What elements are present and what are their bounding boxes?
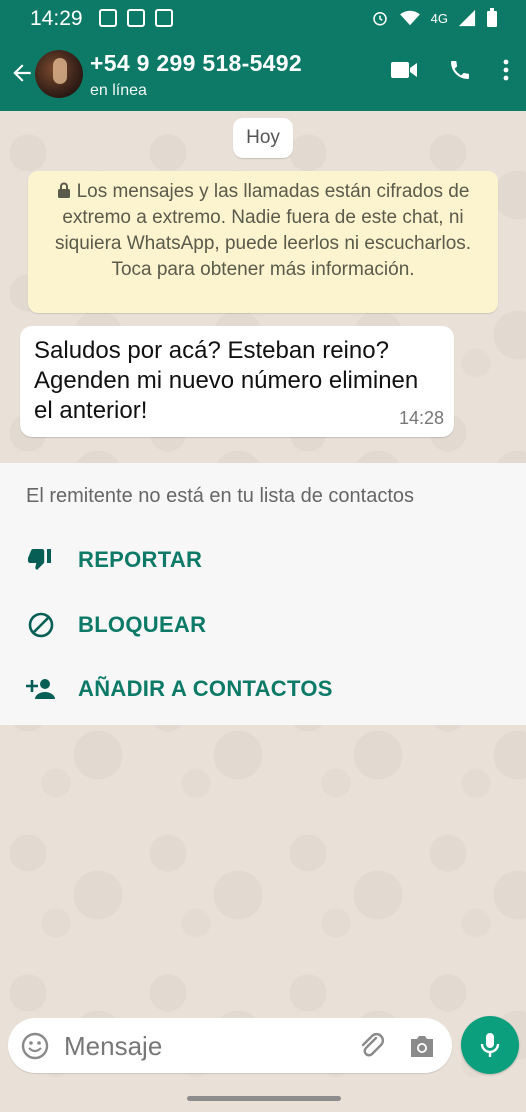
battery-icon — [487, 8, 497, 27]
status-bar: 14:29 4G — [0, 0, 526, 40]
add-contact-button[interactable]: AÑADIR A CONTACTOS — [26, 669, 333, 709]
wifi-icon — [399, 10, 420, 26]
thumbs-down-icon — [26, 545, 56, 575]
alarm-icon — [372, 12, 387, 26]
message-input[interactable] — [62, 1026, 346, 1066]
face-unlock-icon — [99, 9, 117, 27]
add-contact-label: AÑADIR A CONTACTOS — [78, 676, 333, 701]
contact-avatar[interactable] — [35, 50, 83, 98]
home-indicator[interactable] — [187, 1096, 341, 1101]
message-time: 14:28 — [398, 408, 444, 428]
status-right-icons: 4G — [371, 8, 498, 28]
contact-presence: en línea — [90, 82, 147, 99]
lock-icon — [57, 182, 70, 198]
camera-icon[interactable] — [408, 1033, 436, 1059]
status-time: 14:29 — [30, 7, 83, 30]
block-label: BLOQUEAR — [78, 612, 207, 637]
signal-icon — [458, 9, 476, 27]
block-button[interactable]: BLOQUEAR — [26, 605, 206, 645]
status-left-icons — [99, 9, 173, 27]
report-label: REPORTAR — [78, 547, 203, 572]
voice-message-button[interactable] — [461, 1016, 519, 1074]
calendar-icon — [155, 9, 173, 27]
report-button[interactable]: REPORTAR — [26, 540, 202, 580]
back-arrow-icon[interactable] — [9, 60, 35, 86]
chat-header: +54 9 299 518-5492 en línea — [0, 40, 526, 111]
attach-icon[interactable] — [358, 1032, 386, 1060]
more-options-icon[interactable] — [502, 58, 510, 82]
notification-gb-icon — [127, 9, 145, 27]
unknown-sender-panel: El remitente no está en tu lista de cont… — [0, 463, 526, 725]
emoji-icon[interactable] — [21, 1032, 49, 1060]
add-contact-icon — [26, 674, 56, 704]
block-icon — [26, 610, 56, 640]
message-composer — [8, 1018, 452, 1073]
encryption-notice[interactable]: Los mensajes y las llamadas están cifrad… — [28, 171, 498, 313]
microphone-icon — [480, 1033, 500, 1057]
header-actions — [390, 58, 510, 82]
contact-name[interactable]: +54 9 299 518-5492 — [90, 50, 302, 77]
voice-call-icon[interactable] — [448, 58, 472, 82]
unknown-sender-note: El remitente no está en tu lista de cont… — [26, 485, 414, 507]
date-separator: Hoy — [233, 118, 293, 158]
video-call-icon[interactable] — [390, 60, 418, 80]
encryption-notice-text: Los mensajes y las llamadas están cifrad… — [54, 181, 472, 280]
network-type: 4G — [430, 10, 448, 26]
message-text: Saludos por acá? Esteban reino? Agenden … — [34, 337, 419, 424]
message-bubble[interactable]: Saludos por acá? Esteban reino? Agenden … — [20, 326, 454, 437]
